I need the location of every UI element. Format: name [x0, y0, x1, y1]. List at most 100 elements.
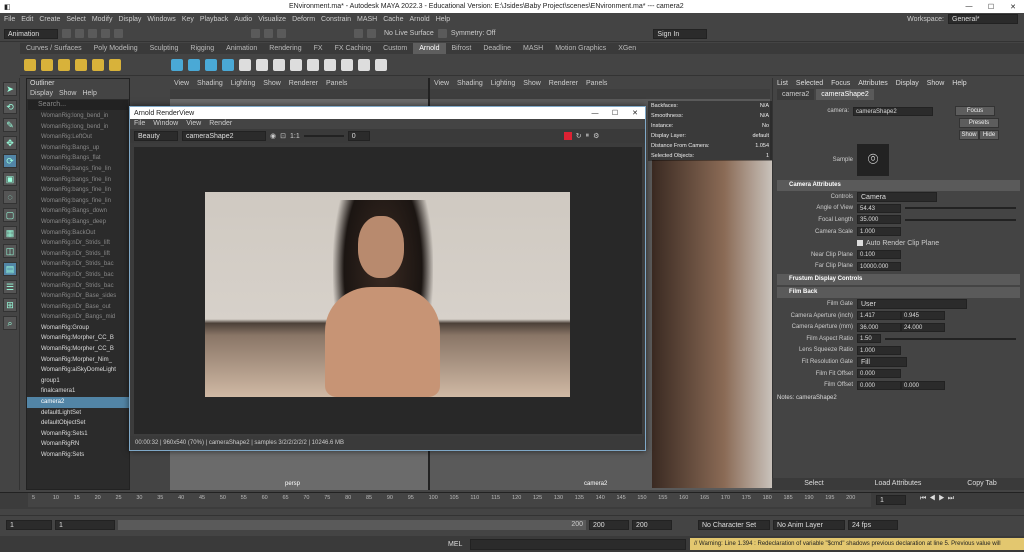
renderview-maximize-icon[interactable]: ☐ [605, 109, 625, 117]
renderview-icon[interactable] [324, 58, 336, 71]
presets-button[interactable]: Presets [959, 118, 999, 128]
paint-select-icon[interactable]: ✎ [3, 118, 17, 132]
shelf-tab-animation[interactable]: Animation [220, 43, 263, 54]
outliner-menu-display[interactable]: Display [30, 89, 53, 99]
photometric-light-icon[interactable] [58, 58, 70, 71]
focal-length-field[interactable]: 35.000 [857, 215, 901, 225]
load-attributes-button[interactable]: Load Attributes [856, 478, 940, 490]
menu-key[interactable]: Key [182, 16, 194, 23]
outliner-layout-icon[interactable]: ☰ [3, 280, 17, 294]
area-light-icon[interactable] [24, 58, 36, 71]
script-language[interactable]: MEL [448, 541, 470, 548]
camera-scale-field[interactable]: 1.000 [857, 227, 901, 237]
viewport-menu-shading[interactable]: Shading [197, 78, 223, 89]
list-item[interactable]: WomanRigRN [27, 439, 129, 450]
viewport-menu-shading[interactable]: Shading [457, 78, 483, 89]
list-item[interactable]: WomanRig:aiSkyDomeLight [27, 365, 129, 376]
select-button[interactable]: Select [772, 478, 856, 490]
menu-audio[interactable]: Audio [234, 16, 252, 23]
renderview-menu-window[interactable]: Window [153, 119, 178, 129]
menu-mash[interactable]: MASH [357, 16, 377, 23]
pause-icon[interactable]: ⏸ [586, 132, 590, 140]
shelf-tab-curves-surfaces[interactable]: Curves / Surfaces [20, 43, 88, 54]
shelf-tab-bifrost[interactable]: Bifrost [446, 43, 478, 54]
magnet-icon[interactable] [437, 29, 447, 38]
playblast-icon[interactable] [341, 58, 353, 71]
maximize-icon[interactable]: ☐ [980, 3, 1002, 11]
viewport-menu-view[interactable]: View [174, 78, 189, 89]
list-item[interactable]: WomanRig:bangs_fine_lin [27, 175, 129, 186]
list-item[interactable]: WomanRig:Sets [27, 450, 129, 461]
symmetry-label[interactable]: Symmetry: Off [451, 30, 496, 37]
menu-windows[interactable]: Windows [147, 16, 175, 23]
fit-gate-dropdown[interactable]: Fill [857, 356, 907, 367]
fps-dropdown[interactable]: 24 fps [848, 519, 898, 530]
film-aspect-field[interactable]: 1.50 [857, 334, 881, 344]
aov-dropdown[interactable]: Beauty [134, 131, 178, 141]
viewport-menu-show[interactable]: Show [263, 78, 281, 89]
live-surface-label[interactable]: No Live Surface [384, 30, 434, 37]
operator-icon[interactable] [273, 58, 285, 71]
list-item[interactable]: defaultLightSet [27, 408, 129, 419]
menu-modify[interactable]: Modify [92, 16, 113, 23]
aperture-mm-y[interactable]: 24.000 [901, 322, 945, 332]
angle-of-view-slider[interactable] [905, 207, 1016, 210]
viewport-menu-renderer[interactable]: Renderer [289, 78, 318, 89]
snap-curve-icon[interactable] [264, 29, 273, 38]
renderview-close-icon[interactable]: ✕ [625, 109, 645, 117]
close-icon[interactable]: ✕ [1002, 3, 1024, 11]
list-item[interactable]: finalcamera1 [27, 386, 129, 397]
focal-length-slider[interactable] [905, 218, 1016, 221]
outliner-menu-show[interactable]: Show [59, 89, 77, 99]
sign-in-dropdown[interactable]: Sign In [653, 28, 708, 39]
search-tool-icon[interactable]: ⌕ [3, 316, 17, 330]
menu-arnold[interactable]: Arnold [409, 16, 429, 23]
attr-menu-list[interactable]: List [777, 78, 788, 89]
list-item[interactable]: WomanRig:nDr_Strids_bac [27, 281, 129, 292]
shelf-tab-mash[interactable]: MASH [517, 43, 549, 54]
menu-file[interactable]: File [4, 16, 15, 23]
list-item[interactable]: WomanRig:bangs_fine_lin [27, 185, 129, 196]
four-view-icon[interactable]: ▦ [3, 226, 17, 240]
shelf-tab-sculpting[interactable]: Sculpting [144, 43, 185, 54]
attr-menu-help[interactable]: Help [952, 78, 966, 89]
section-frustum[interactable]: Frustum Display Controls [777, 274, 1020, 286]
viewport-menu-panels[interactable]: Panels [326, 78, 347, 89]
list-item[interactable]: WomanRig:Bangs_deep [27, 217, 129, 228]
texture-icon[interactable] [256, 58, 268, 71]
shelf-tab-rendering[interactable]: Rendering [263, 43, 307, 54]
list-item[interactable]: WomanRig:LeftOut [27, 132, 129, 143]
undo-icon[interactable] [101, 29, 110, 38]
standin-icon[interactable] [171, 58, 183, 71]
new-scene-icon[interactable] [62, 29, 71, 38]
angle-of-view-field[interactable]: 54.43 [857, 203, 901, 213]
ipr-icon[interactable] [367, 29, 376, 38]
crop-icon[interactable]: ⊡ [280, 132, 286, 140]
section-camera-attributes[interactable]: Camera Attributes [777, 180, 1020, 191]
layout-icon[interactable]: ▤ [3, 262, 17, 276]
shelf-tab-custom[interactable]: Custom [377, 43, 413, 54]
auto-clip-checkbox[interactable] [857, 240, 863, 247]
viewport-menu-lighting[interactable]: Lighting [491, 78, 516, 89]
list-item[interactable]: group1 [27, 376, 129, 387]
node-name-field[interactable]: cameraShape2 [853, 106, 933, 116]
redo-icon[interactable] [114, 29, 123, 38]
shelf-tab-arnold[interactable]: Arnold [413, 43, 446, 54]
shelf-tab-deadline[interactable]: Deadline [477, 43, 517, 54]
controls-dropdown[interactable]: Camera [857, 191, 937, 202]
character-set-dropdown[interactable]: No Character Set [698, 519, 770, 530]
viewport-menu-lighting[interactable]: Lighting [231, 78, 256, 89]
film-gate-dropdown[interactable]: User [857, 298, 967, 309]
menu-help[interactable]: Help [436, 16, 450, 23]
list-item[interactable]: WomanRig:Group [27, 323, 129, 334]
shelf-tab-rigging[interactable]: Rigging [184, 43, 220, 54]
list-item[interactable]: WomanRig:Bangs_down [27, 206, 129, 217]
attr-tab-camerashape2[interactable]: cameraShape2 [816, 89, 874, 100]
playback-controls-icon[interactable]: ⏮◀▶⏭ [920, 495, 957, 503]
viewport-menu-renderer[interactable]: Renderer [549, 78, 578, 89]
scale-tool-icon[interactable]: ▣ [3, 172, 17, 186]
list-item[interactable]: WomanRig:Bangs_flat [27, 153, 129, 164]
stop-render-icon[interactable] [563, 132, 572, 140]
list-item[interactable]: WomanRig:nDr_Base_sides [27, 291, 129, 302]
two-view-icon[interactable]: ◫ [3, 244, 17, 258]
